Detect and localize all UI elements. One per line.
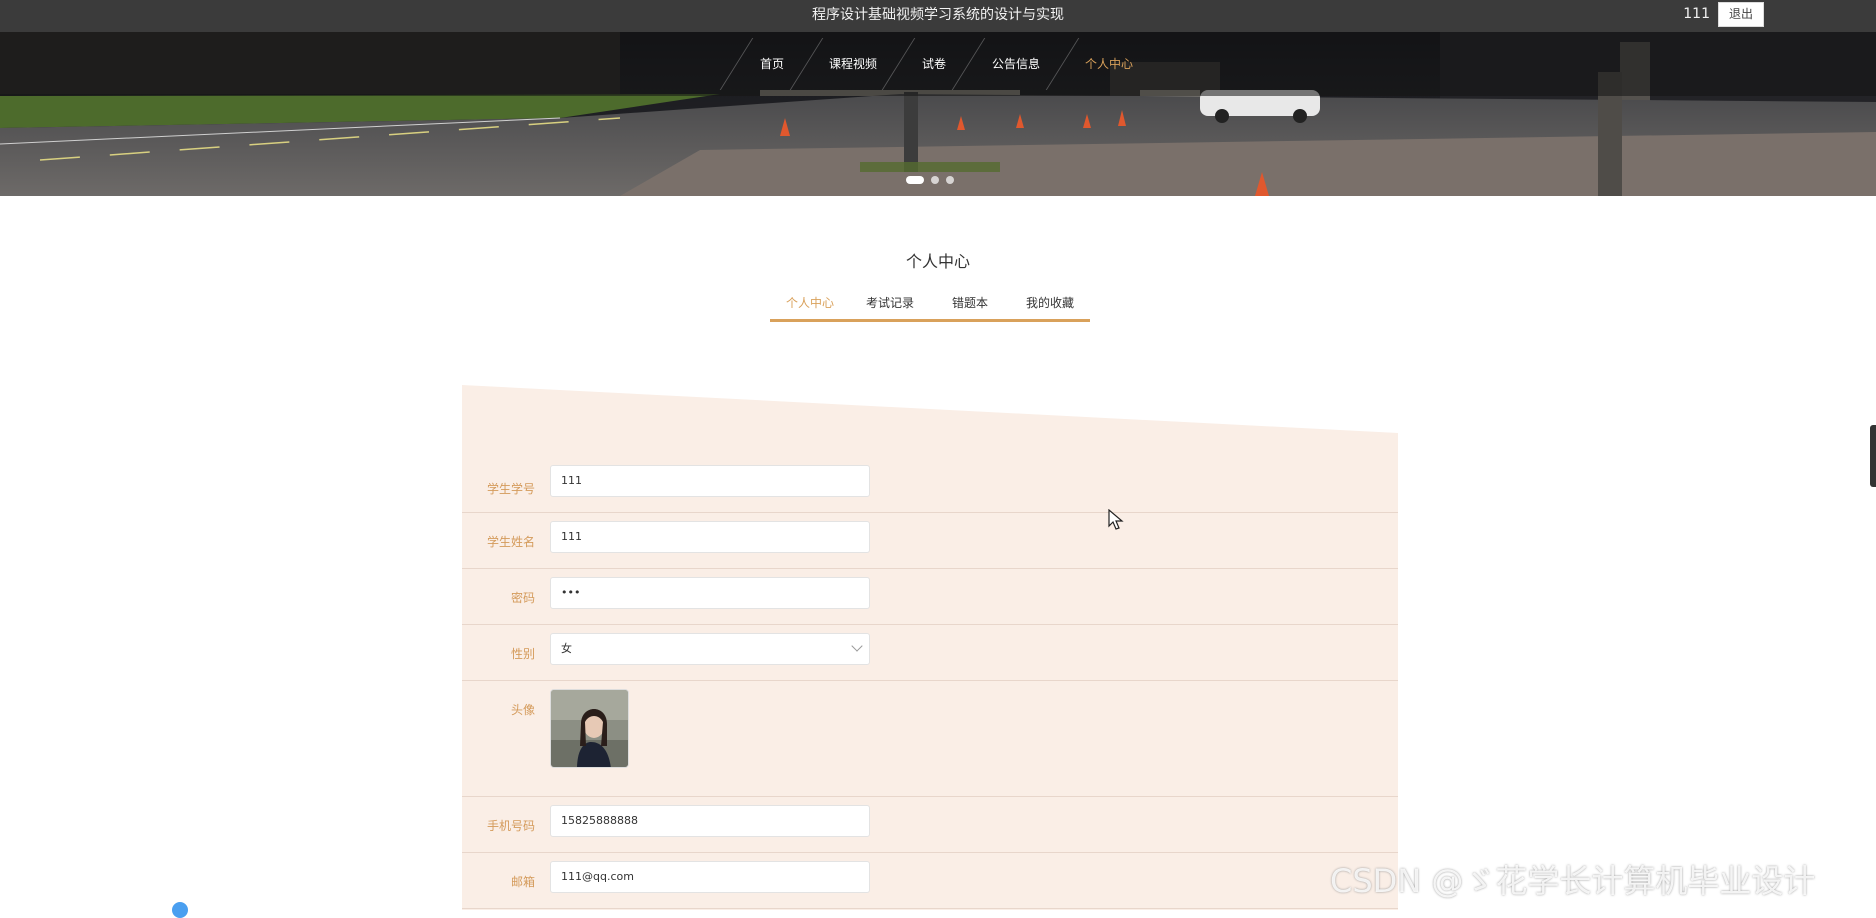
form-row-avatar: 头像 [462,681,1398,797]
nav-separator [719,38,754,90]
personal-tabs: 个人中心 考试记录 错题本 我的收藏 [770,288,1090,322]
form-row-password: 密码 ••• [462,569,1398,625]
nav-item-course-videos[interactable]: 课程视频 [822,32,884,96]
nav-separator [1045,38,1080,90]
top-bar: 程序设计基础视频学习系统的设计与实现 111 退出 [0,0,1876,32]
nav-item-exam-papers[interactable]: 试卷 [914,32,954,96]
gender-select[interactable]: 女 [550,633,870,665]
nav-item-announcements[interactable]: 公告信息 [984,32,1048,96]
form-row-phone: 手机号码 15825888888 [462,797,1398,853]
nav-separator [789,38,824,90]
nav-separator [951,38,986,90]
side-scroll-handle[interactable] [1870,425,1876,487]
tab-wrong-questions[interactable]: 错题本 [934,288,1006,318]
main-nav: 首页 课程视频 试卷 公告信息 个人中心 [0,32,1876,96]
carousel-dots [0,176,1876,186]
email-label: 邮箱 [510,875,535,889]
avatar-label: 头像 [510,703,535,717]
email-input[interactable]: 111@qq.com [550,861,870,893]
avatar-image[interactable] [550,689,629,768]
username: 111 [1683,6,1710,22]
student-id-label: 学生学号 [486,482,535,496]
student-name-label: 学生姓名 [486,535,535,549]
chevron-down-icon [851,640,863,652]
form-row-gender: 性别 女 [462,625,1398,681]
mouse-cursor-icon [1108,509,1124,530]
page-title: 个人中心 [905,252,970,271]
carousel-dot[interactable] [946,176,954,184]
nav-item-personal-center[interactable]: 个人中心 [1078,32,1140,96]
student-name-input[interactable]: 111 [550,521,870,553]
tab-personal-center[interactable]: 个人中心 [774,288,846,318]
form-row-student-name: 学生姓名 111 [462,513,1398,569]
watermark: CSDN @ゞ花学长计算机毕业设计 [1330,862,1816,900]
form-row-email: 邮箱 111@qq.com [462,853,1398,909]
nav-item-home[interactable]: 首页 [752,32,792,96]
site-title: 程序设计基础视频学习系统的设计与实现 [812,7,1064,23]
form-row-student-id: 学生学号 111 [462,463,1398,513]
password-label: 密码 [510,591,535,605]
profile-form: 学生学号 111 学生姓名 111 密码 ••• 性别 女 头像 手机号码 15… [462,385,1398,910]
tab-favorites[interactable]: 我的收藏 [1014,288,1086,318]
carousel-dot-active[interactable] [906,176,924,184]
nav-separator [881,38,916,90]
gender-label: 性别 [510,647,535,661]
floating-action-icon[interactable] [172,902,188,918]
student-id-input[interactable]: 111 [550,465,870,497]
phone-label: 手机号码 [486,819,535,833]
carousel-dot[interactable] [931,176,939,184]
tab-exam-records[interactable]: 考试记录 [854,288,926,318]
phone-input[interactable]: 15825888888 [550,805,870,837]
gender-selected-value: 女 [561,642,572,655]
avatar-photo [551,690,628,767]
password-input[interactable]: ••• [550,577,870,609]
logout-button[interactable]: 退出 [1718,2,1764,27]
